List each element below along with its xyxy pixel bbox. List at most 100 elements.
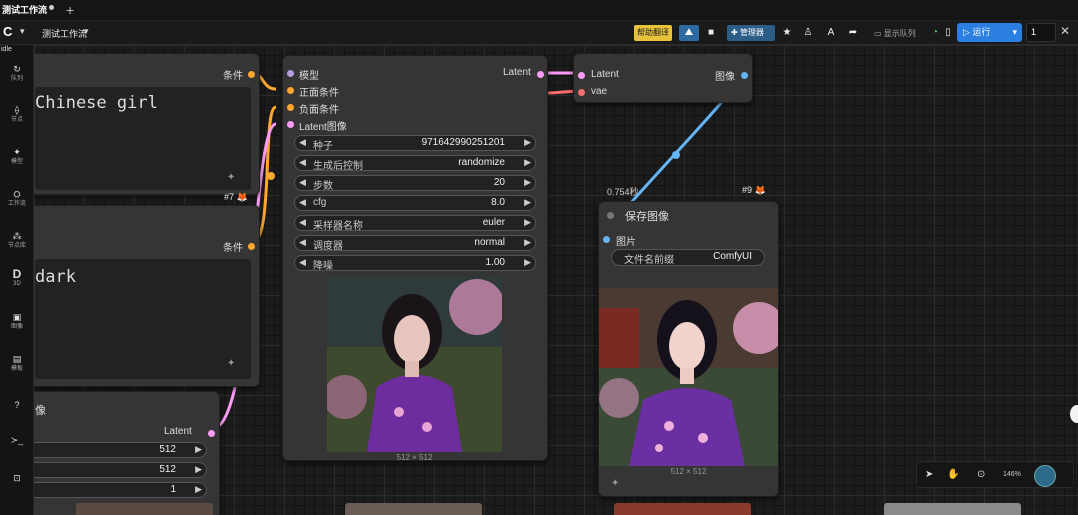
sidebar-item-models[interactable]: ✦ 模型: [0, 147, 34, 166]
sidebar-item-nodes[interactable]: ⟠ 节点: [0, 105, 34, 124]
arrow-right-icon[interactable]: ▶: [524, 217, 531, 228]
shortcuts-button[interactable]: ⊡: [0, 473, 34, 484]
conditioning-output-dot[interactable]: [248, 71, 255, 78]
vae-decode-node[interactable]: Latent vae 图像: [573, 53, 753, 103]
arrow-right-icon[interactable]: ▶: [524, 257, 531, 268]
arrow-left-icon[interactable]: ◀: [299, 177, 306, 188]
width-widget[interactable]: 512 ▶: [34, 442, 207, 458]
user-settings-icon[interactable]: ♙: [801, 26, 815, 40]
negative-input-dot[interactable]: [287, 104, 294, 111]
workflow-name[interactable]: 测试工作流: [42, 27, 87, 40]
arrow-left-icon[interactable]: ◀: [299, 157, 306, 168]
batch-count-input[interactable]: 1: [1026, 23, 1056, 42]
arrow-right-icon[interactable]: ▶: [524, 137, 531, 148]
height-widget[interactable]: 512 ▶: [34, 462, 207, 478]
image-input-dot[interactable]: [603, 236, 610, 243]
chevron-down-icon[interactable]: ▾: [1012, 23, 1017, 42]
control-after-generate-widget[interactable]: ◀ 生成后控制 randomize ▶: [294, 155, 536, 172]
fit-view-icon[interactable]: ⊙: [977, 469, 985, 480]
filename-prefix-widget[interactable]: 文件名前缀 ComfyUI: [611, 249, 765, 266]
mountain-icon[interactable]: ⛰: [679, 25, 699, 41]
help-icon: ?: [14, 400, 20, 410]
select-cursor-icon[interactable]: ➤: [925, 469, 933, 480]
avatar[interactable]: [1034, 465, 1056, 487]
terminal-button[interactable]: ≻_: [0, 435, 34, 446]
graph-canvas[interactable]: 条件 Chinese girl ✦ #7 🦊 条件 dark ✦ 像 Laten…: [34, 45, 1078, 515]
panel-icon[interactable]: ▯: [941, 26, 955, 40]
seed-widget[interactable]: ◀ 种子 971642990251201 ▶: [294, 135, 536, 152]
empty-latent-image[interactable]: 像 Latent 512 ▶ 512 ▶ 1 ▶: [34, 391, 220, 515]
queue-thumbnail[interactable]: [614, 503, 751, 515]
latent-input-dot[interactable]: [578, 72, 585, 79]
preview-image[interactable]: [327, 277, 502, 452]
arrow-left-icon[interactable]: ◀: [299, 257, 306, 268]
sidebar-item-images[interactable]: ▣ 图像: [0, 312, 34, 331]
sidebar-item-workflows[interactable]: ⛭ 工作流: [0, 189, 34, 208]
queue-thumbnail[interactable]: [76, 503, 213, 515]
ksampler-node[interactable]: 模型 正面条件 负面条件 Latent图像 Latent ◀ 种子 97164299…: [282, 55, 548, 462]
latent-input-dot[interactable]: [287, 121, 294, 128]
arrow-left-icon[interactable]: ◀: [299, 197, 306, 208]
denoise-widget[interactable]: ◀ 降噪 1.00 ▶: [294, 255, 536, 272]
sidebar-item-queue[interactable]: ↻ 队列: [0, 64, 34, 83]
model-input-dot[interactable]: [287, 70, 294, 77]
latent-output-dot[interactable]: [208, 430, 215, 437]
chevron-down-icon[interactable]: ▾: [20, 26, 25, 37]
arrow-right-icon[interactable]: ▶: [524, 197, 531, 208]
vae-input-dot[interactable]: [578, 89, 585, 96]
arrow-right-icon[interactable]: ▶: [195, 464, 202, 475]
translate-button[interactable]: 帮助翻译: [634, 25, 672, 41]
clip-text-encode-positive[interactable]: 条件 Chinese girl ✦: [34, 53, 260, 195]
arrow-right-icon[interactable]: ▶: [524, 237, 531, 248]
help-button[interactable]: ?: [0, 400, 34, 411]
fox-icon: 🦊: [236, 192, 248, 202]
arrow-left-icon[interactable]: ◀: [299, 237, 306, 248]
zoom-level[interactable]: 146%: [1003, 471, 1021, 478]
sparkle-icon[interactable]: ✦: [227, 172, 235, 183]
arrow-right-icon[interactable]: ▶: [524, 177, 531, 188]
add-tab-button[interactable]: +: [66, 0, 74, 20]
queue-thumbnail[interactable]: [884, 503, 1021, 515]
batch-size-widget[interactable]: 1 ▶: [34, 482, 207, 498]
arrow-right-icon[interactable]: ▶: [195, 484, 202, 495]
sidebar-item-node-library[interactable]: ⁂ 节点库: [0, 231, 34, 250]
comfy-logo-icon[interactable]: C: [3, 25, 17, 39]
latent-output-dot[interactable]: [537, 71, 544, 78]
sidebar-item-templates[interactable]: ▤ 模板: [0, 354, 34, 373]
reroute-dot[interactable]: [267, 172, 275, 180]
expand-panel-button[interactable]: [1070, 405, 1078, 423]
hand-icon[interactable]: ✋: [947, 469, 959, 480]
close-icon[interactable]: ✕: [1060, 24, 1070, 38]
image-output-dot[interactable]: [741, 72, 748, 79]
arrow-right-icon[interactable]: ▶: [195, 444, 202, 455]
arrow-right-icon[interactable]: ▶: [524, 157, 531, 168]
sampler-name-widget[interactable]: ◀ 采样器名称 euler ▶: [294, 215, 536, 232]
queue-thumbnail[interactable]: [345, 503, 482, 515]
sparkle-icon[interactable]: ✦: [611, 478, 619, 489]
reroute-dot[interactable]: [672, 151, 680, 159]
cfg-widget[interactable]: ◀ cfg 8.0 ▶: [294, 195, 536, 211]
scheduler-widget[interactable]: ◀ 调度器 normal ▶: [294, 235, 536, 252]
sidebar-item-3d[interactable]: D 3D: [0, 268, 34, 288]
save-image-node[interactable]: 保存图像 图片 文件名前缀 ComfyUI 512 × 512 ✦: [598, 201, 779, 497]
star-icon[interactable]: ★: [780, 26, 794, 40]
manager-button[interactable]: ✚ 管理器: [727, 25, 775, 41]
run-button[interactable]: ▷ 运行 ▾: [957, 23, 1022, 42]
arrow-left-icon[interactable]: ◀: [299, 137, 306, 148]
share-icon[interactable]: ➦: [846, 26, 860, 40]
positive-input-dot[interactable]: [287, 87, 294, 94]
chevron-down-icon[interactable]: ▾: [84, 26, 89, 37]
output-image[interactable]: [599, 288, 778, 466]
clip-text-encode-negative[interactable]: 条件 dark ✦: [34, 205, 260, 387]
bookmark-icon[interactable]: ■: [704, 26, 718, 40]
tab-workflow[interactable]: 测试工作流: [2, 3, 47, 16]
arrow-left-icon[interactable]: ◀: [299, 217, 306, 228]
prompt-textarea[interactable]: dark: [35, 259, 251, 379]
translate-icon[interactable]: A: [824, 26, 838, 40]
steps-widget[interactable]: ◀ 步数 20 ▶: [294, 175, 536, 192]
sparkle-icon[interactable]: ✦: [227, 358, 235, 369]
conditioning-output-dot[interactable]: [248, 243, 255, 250]
prompt-textarea[interactable]: Chinese girl: [35, 87, 251, 190]
toggle-queue-button[interactable]: ▭ 显示队列: [874, 28, 916, 39]
collapse-dot[interactable]: [607, 212, 614, 219]
